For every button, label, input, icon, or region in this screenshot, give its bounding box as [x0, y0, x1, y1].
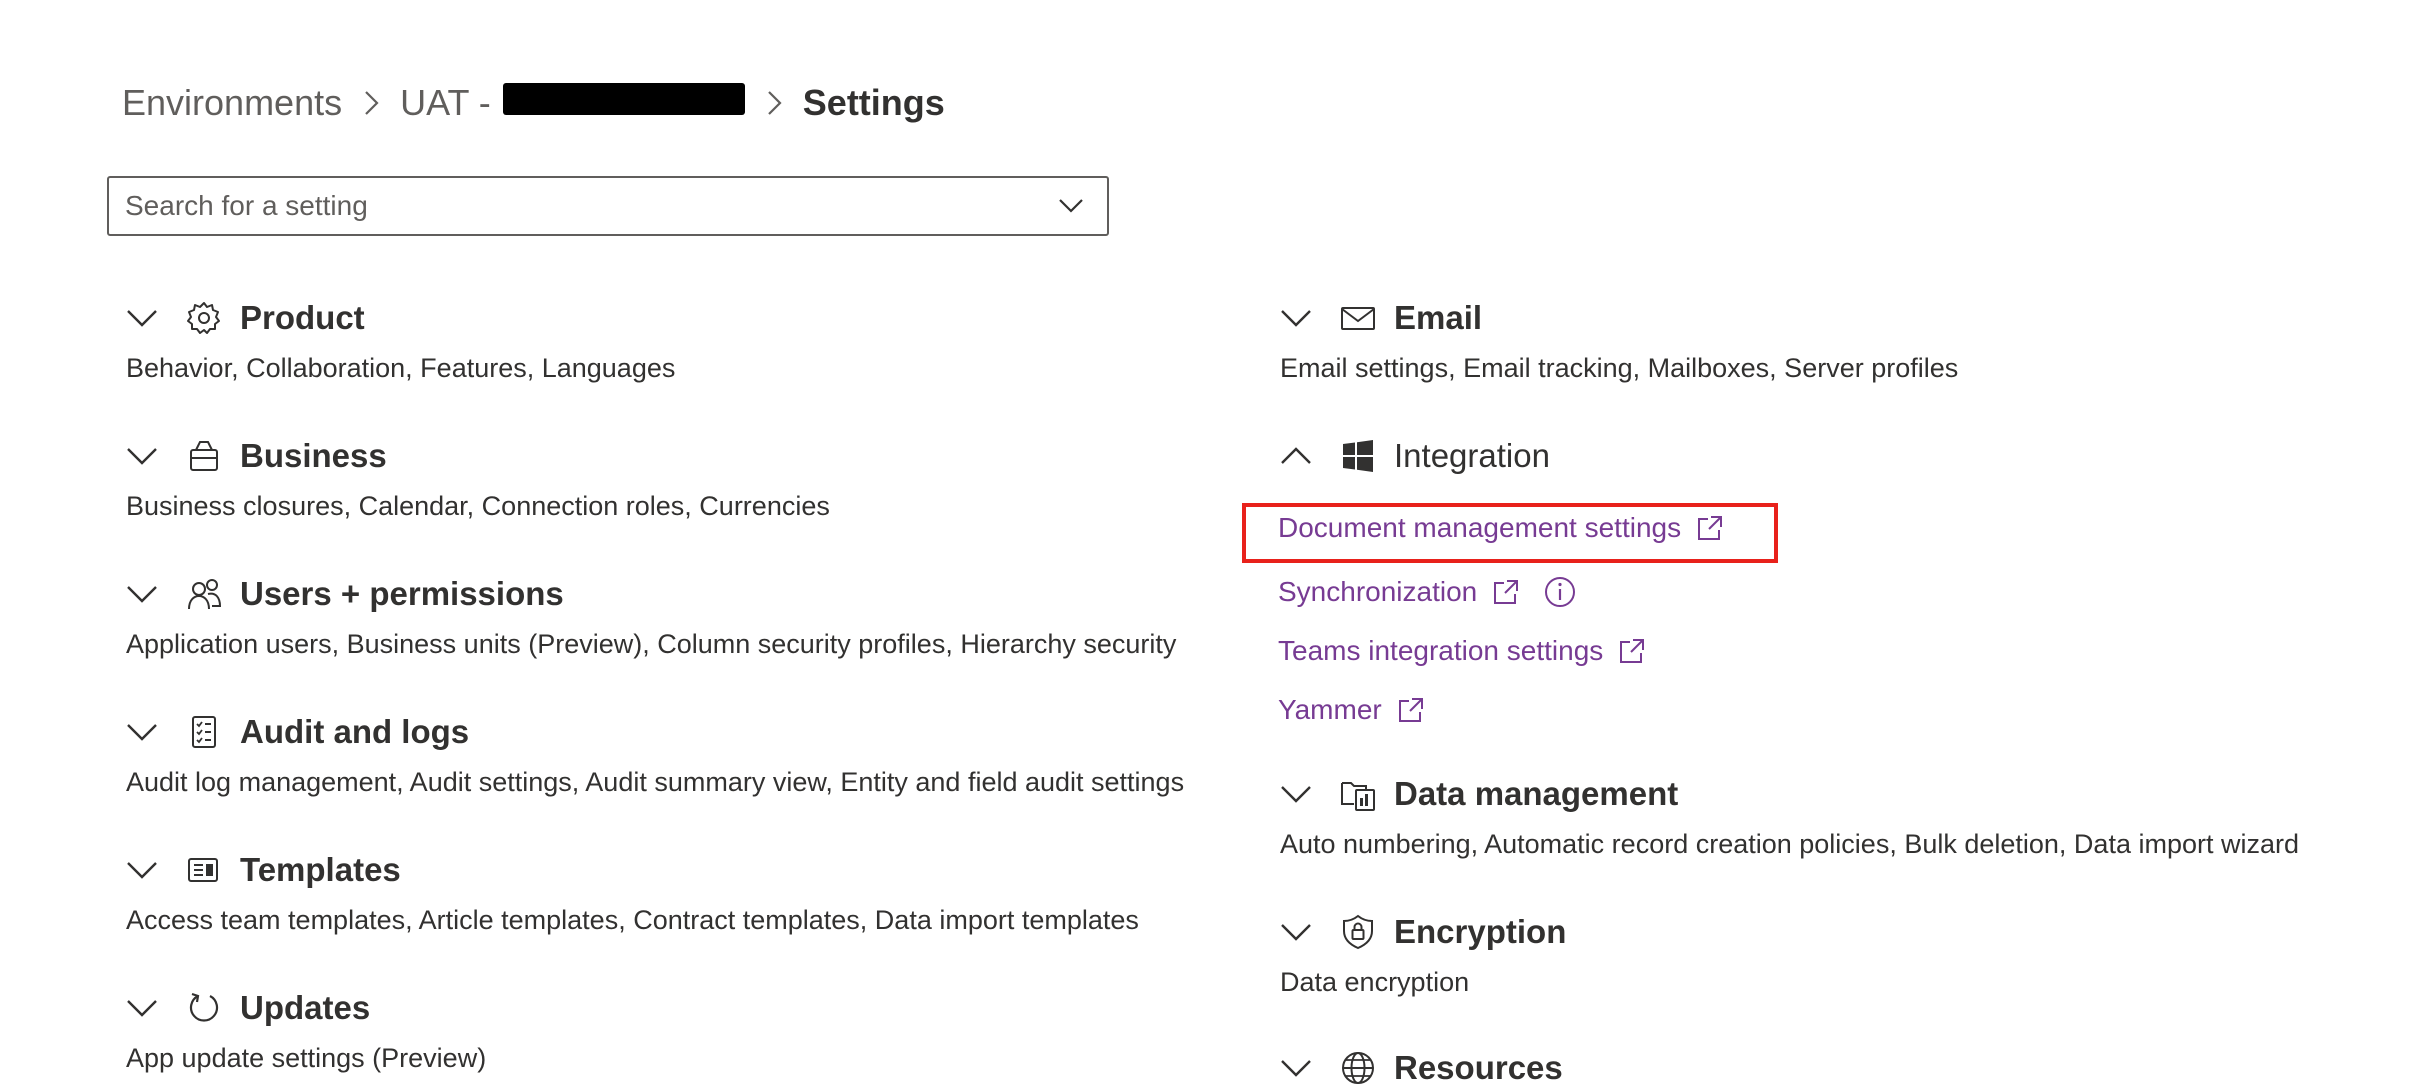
external-link-icon [1396, 695, 1426, 725]
link-teams-integration-settings[interactable]: Teams integration settings [1278, 631, 1647, 671]
link-synchronization[interactable]: Synchronization [1278, 572, 1577, 612]
checklist-icon [186, 714, 222, 750]
info-icon[interactable] [1543, 575, 1577, 609]
chevron-down-icon[interactable] [1049, 184, 1093, 228]
category-description: Audit log management, Audit settings, Au… [126, 767, 1185, 797]
category-description: Application users, Business units (Previ… [126, 629, 1177, 659]
category-updates: Updates App update settings (Preview) [126, 983, 486, 1074]
category-title[interactable]: Integration [1394, 437, 1550, 475]
external-link-icon [1617, 636, 1647, 666]
category-title[interactable]: Templates [240, 851, 401, 889]
category-title[interactable]: Updates [240, 989, 370, 1027]
expand-chevron-icon[interactable] [1276, 912, 1316, 952]
redacted-environment-name [502, 83, 745, 115]
category-integration: Integration [1280, 431, 1550, 481]
expand-chevron-icon[interactable] [122, 436, 162, 476]
category-templates: Templates Access team templates, Article… [126, 845, 1139, 936]
gear-icon [186, 300, 222, 336]
expand-chevron-icon[interactable] [1276, 298, 1316, 338]
breadcrumb: Environments UAT - Settings [122, 78, 945, 128]
chevron-right-icon [763, 88, 785, 118]
category-users-permissions: Users + permissions Application users, B… [126, 569, 1176, 660]
category-description: Business closures, Calendar, Connection … [126, 491, 830, 521]
link-label[interactable]: Yammer [1278, 694, 1382, 726]
link-yammer[interactable]: Yammer [1278, 690, 1426, 730]
category-title[interactable]: Resources [1394, 1049, 1563, 1087]
category-description: App update settings (Preview) [126, 1043, 487, 1073]
category-description: Email settings, Email tracking, Mailboxe… [1280, 353, 1959, 383]
globe-icon [1340, 1050, 1376, 1086]
category-title[interactable]: Encryption [1394, 913, 1566, 951]
expand-chevron-icon[interactable] [122, 988, 162, 1028]
link-label[interactable]: Teams integration settings [1278, 635, 1603, 667]
category-audit-logs: Audit and logs Audit log management, Aud… [126, 707, 1184, 798]
expand-chevron-icon[interactable] [1276, 1048, 1316, 1088]
category-description: Data encryption [1280, 967, 1470, 997]
category-description: Auto numbering, Automatic record creatio… [1280, 829, 2299, 859]
category-resources: Resources [1280, 1045, 1563, 1091]
windows-icon [1340, 438, 1376, 474]
category-product: Product Behavior, Collaboration, Feature… [126, 293, 675, 384]
chevron-right-icon [360, 88, 382, 118]
briefcase-icon [186, 438, 222, 474]
category-title[interactable]: Data management [1394, 775, 1678, 813]
shield-lock-icon [1340, 914, 1376, 950]
expand-chevron-icon[interactable] [1276, 774, 1316, 814]
templates-icon [186, 852, 222, 888]
breadcrumb-environments[interactable]: Environments [122, 82, 342, 124]
external-link-icon [1491, 577, 1521, 607]
search-setting-combobox[interactable] [107, 176, 1109, 236]
refresh-icon [186, 990, 222, 1026]
breadcrumb-environment-prefix: UAT - [400, 82, 491, 123]
category-title[interactable]: Users + permissions [240, 575, 564, 613]
category-business: Business Business closures, Calendar, Co… [126, 431, 830, 522]
category-description: Access team templates, Article templates… [126, 905, 1139, 935]
expand-chevron-icon[interactable] [122, 298, 162, 338]
search-input[interactable] [109, 177, 1049, 235]
breadcrumb-environment[interactable]: UAT - [400, 82, 745, 124]
expand-chevron-icon[interactable] [122, 712, 162, 752]
collapse-chevron-icon[interactable] [1276, 436, 1316, 476]
category-title[interactable]: Audit and logs [240, 713, 469, 751]
category-encryption: Encryption Data encryption [1280, 907, 1566, 998]
category-email: Email Email settings, Email tracking, Ma… [1280, 293, 1958, 384]
breadcrumb-current: Settings [802, 82, 945, 123]
data-management-icon [1340, 776, 1376, 812]
category-data-management: Data management Auto numbering, Automati… [1280, 769, 2299, 860]
expand-chevron-icon[interactable] [122, 574, 162, 614]
highlight-box [1242, 503, 1778, 563]
category-description: Behavior, Collaboration, Features, Langu… [126, 353, 676, 383]
category-title[interactable]: Email [1394, 299, 1482, 337]
mail-icon [1340, 300, 1376, 336]
category-title[interactable]: Business [240, 437, 387, 475]
people-icon [186, 576, 222, 612]
expand-chevron-icon[interactable] [122, 850, 162, 890]
link-label[interactable]: Synchronization [1278, 576, 1477, 608]
category-title[interactable]: Product [240, 299, 365, 337]
